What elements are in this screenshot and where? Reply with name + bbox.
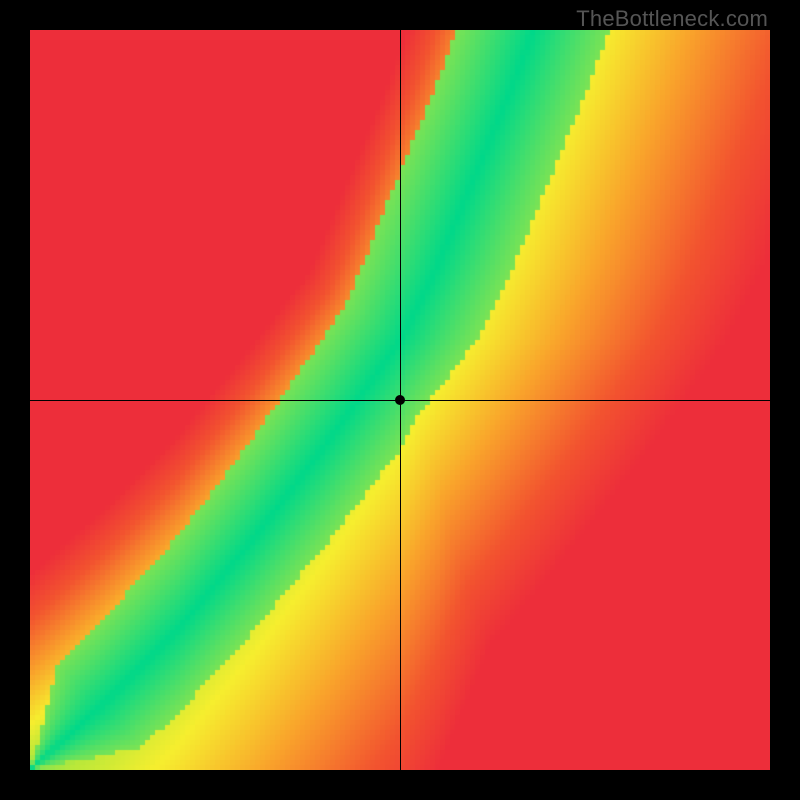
plot-area [30,30,770,770]
watermark-text: TheBottleneck.com [576,6,768,32]
heatmap-canvas [30,30,770,770]
chart-frame: TheBottleneck.com [0,0,800,800]
